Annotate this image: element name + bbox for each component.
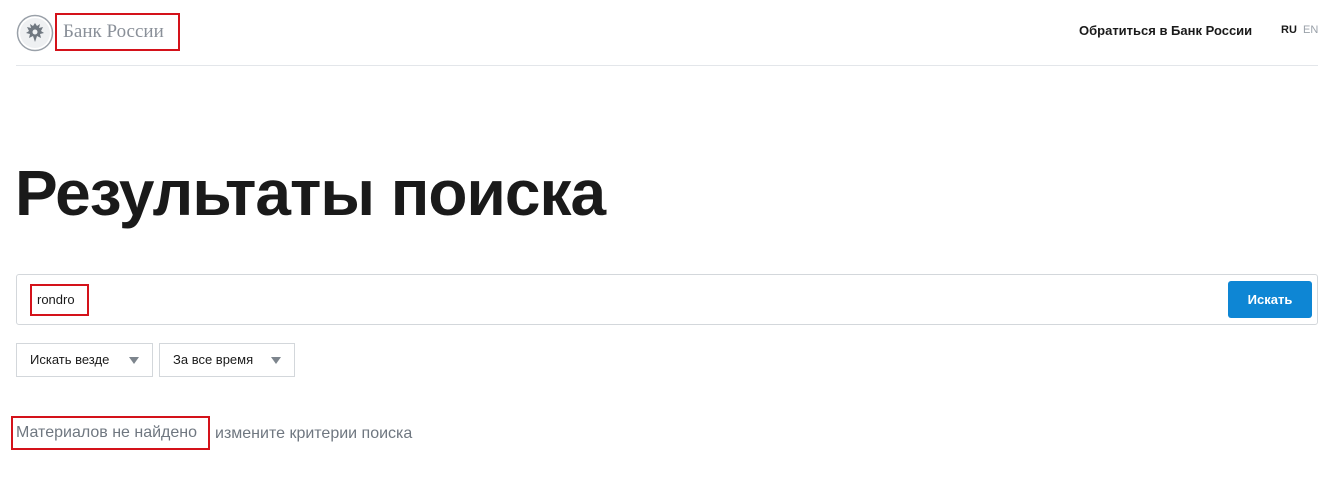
contact-bank-link[interactable]: Обратиться в Банк России — [1079, 23, 1252, 38]
scope-filter-label: Искать везде — [30, 352, 110, 367]
caret-down-icon — [129, 357, 139, 364]
search-query-value[interactable]: rondro — [30, 284, 89, 316]
caret-down-icon — [271, 357, 281, 364]
page-title: Результаты поиска — [15, 157, 606, 229]
language-ru[interactable]: RU — [1281, 24, 1297, 36]
period-filter-dropdown[interactable]: За все время — [159, 343, 295, 377]
site-header: Банк России Обратиться в Банк России RU … — [16, 0, 1318, 66]
language-en[interactable]: EN — [1303, 24, 1318, 36]
brand-name[interactable]: Банк России — [55, 13, 180, 51]
no-results-message: Материалов не найдено — [11, 416, 210, 450]
period-filter-label: За все время — [173, 352, 254, 367]
search-button[interactable]: Искать — [1228, 281, 1312, 318]
scope-filter-dropdown[interactable]: Искать везде — [16, 343, 153, 377]
search-hint: измените критерии поиска — [215, 425, 413, 442]
search-input[interactable]: rondro Искать — [16, 274, 1318, 325]
bank-emblem-icon[interactable] — [16, 14, 54, 52]
